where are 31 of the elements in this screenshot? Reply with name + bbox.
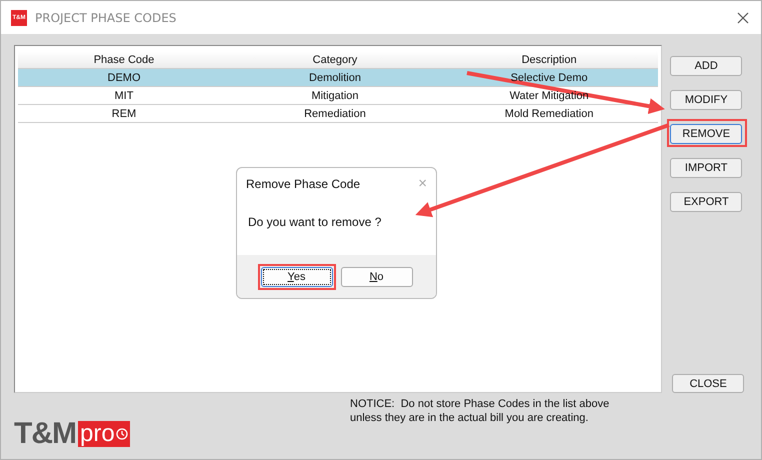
dialog-button[interactable]: Yes: [260, 266, 332, 286]
clock-icon: [116, 428, 128, 440]
table-cell-text: Water Mitigation: [508, 90, 590, 102]
table-cell-text: REM: [110, 108, 138, 120]
dialog-button[interactable]: No: [340, 266, 412, 286]
close-icon[interactable]: [737, 12, 749, 24]
action-button[interactable]: EXPORT: [670, 192, 742, 212]
table-row[interactable]: DEMO Demolition Selective Demo: [18, 69, 658, 87]
notice-text: NOTICE: Do not store Phase Codes in the list above unless they are in the actual bill you are creating.: [350, 397, 610, 425]
logo-badge: pro: [78, 421, 130, 447]
column-header[interactable]: Category: [230, 54, 440, 66]
table-cell-text: Selective Demo: [510, 72, 589, 84]
logo-text: T&M: [14, 419, 76, 449]
table-cell-text: Remediation: [303, 108, 367, 120]
table-cell-text: Demolition: [308, 72, 362, 84]
dialog-message: Do you want to remove ?: [248, 215, 382, 231]
table-row[interactable]: MIT Mitigation Water Mitigation: [18, 87, 658, 105]
table-cell-text: Mold Remediation: [504, 108, 594, 120]
window-title: PROJECT PHASE CODES: [35, 10, 178, 24]
close-button[interactable]: CLOSE: [672, 374, 744, 393]
action-button[interactable]: ADD: [670, 56, 742, 76]
action-button[interactable]: REMOVE: [670, 124, 742, 144]
column-header[interactable]: Phase Code: [18, 54, 230, 66]
table-cell-text: DEMO: [106, 72, 142, 84]
table-cell-text: MIT: [114, 90, 134, 102]
column-header[interactable]: Description: [440, 54, 658, 66]
action-button[interactable]: MODIFY: [670, 90, 742, 110]
action-button[interactable]: IMPORT: [670, 158, 742, 178]
table-row[interactable]: REM Remediation Mold Remediation: [18, 105, 658, 123]
dialog-title: Remove Phase Code: [246, 176, 360, 190]
table-cell-text: Mitigation: [310, 90, 360, 102]
